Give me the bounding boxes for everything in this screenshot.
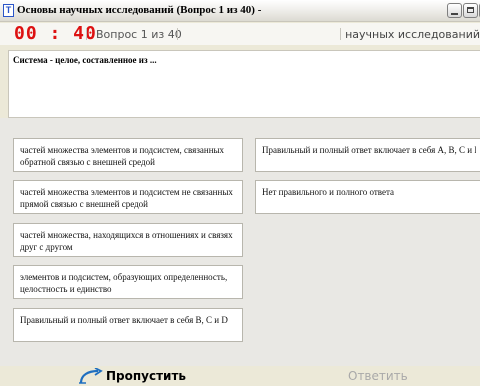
toolbar-divider <box>177 28 178 40</box>
course-name-text: Основы научных исследований <box>343 28 480 41</box>
app-icon: T <box>3 4 14 17</box>
question-counter: Вопрос 1 из 40 <box>96 28 182 41</box>
toolbar-divider <box>340 28 341 40</box>
skip-label: Пропустить <box>106 369 187 383</box>
answer-text: Правильный и полный ответ включает в себ… <box>20 315 228 325</box>
answer-text: Правильный и полный ответ включает в себ… <box>262 145 476 155</box>
answer-button[interactable]: Ответить <box>348 369 408 383</box>
answer-option[interactable]: частей множества, находящихся в отношени… <box>13 223 243 257</box>
answer-option[interactable]: Нет правильного и полного ответа <box>255 180 480 214</box>
window-title: Основы научных исследований (Вопрос 1 из… <box>17 4 262 16</box>
toolbar-divider <box>86 28 87 40</box>
answers-area: частей множества элементов и подсистем, … <box>0 118 480 366</box>
answer-text: частей множества элементов и подсистем, … <box>20 145 225 167</box>
toolbar: 00 : 40 Вопрос 1 из 40 Основы научных ис… <box>0 23 480 45</box>
course-name: Основы научных исследований <box>343 28 480 41</box>
answer-option[interactable]: Правильный и полный ответ включает в себ… <box>255 138 480 172</box>
answer-option[interactable]: элементов и подсистем, образующих опреде… <box>13 265 243 299</box>
timer: 00 : 40 <box>14 23 97 44</box>
answer-text: Нет правильного и полного ответа <box>262 187 395 197</box>
answer-text: частей множества элементов и подсистем н… <box>20 187 233 209</box>
question-text: Система - целое, составленное из ... <box>13 55 157 65</box>
answer-option[interactable]: Правильный и полный ответ включает в себ… <box>13 308 243 342</box>
footer: Пропустить Ответить <box>0 366 480 386</box>
answer-text: элементов и подсистем, образующих опреде… <box>20 272 228 294</box>
title-bar: T Основы научных исследований (Вопрос 1 … <box>0 0 480 22</box>
skip-arrow-icon <box>79 368 103 384</box>
question-panel: Система - целое, составленное из ... <box>8 50 480 118</box>
answer-text: частей множества, находящихся в отношени… <box>20 230 233 252</box>
minimize-icon <box>451 13 458 15</box>
skip-button[interactable]: Пропустить <box>78 366 198 386</box>
maximize-button[interactable] <box>463 3 478 18</box>
answer-option[interactable]: частей множества элементов и подсистем, … <box>13 138 243 172</box>
minimize-button[interactable] <box>447 3 462 18</box>
answer-option[interactable]: частей множества элементов и подсистем н… <box>13 180 243 214</box>
maximize-icon <box>467 7 474 13</box>
